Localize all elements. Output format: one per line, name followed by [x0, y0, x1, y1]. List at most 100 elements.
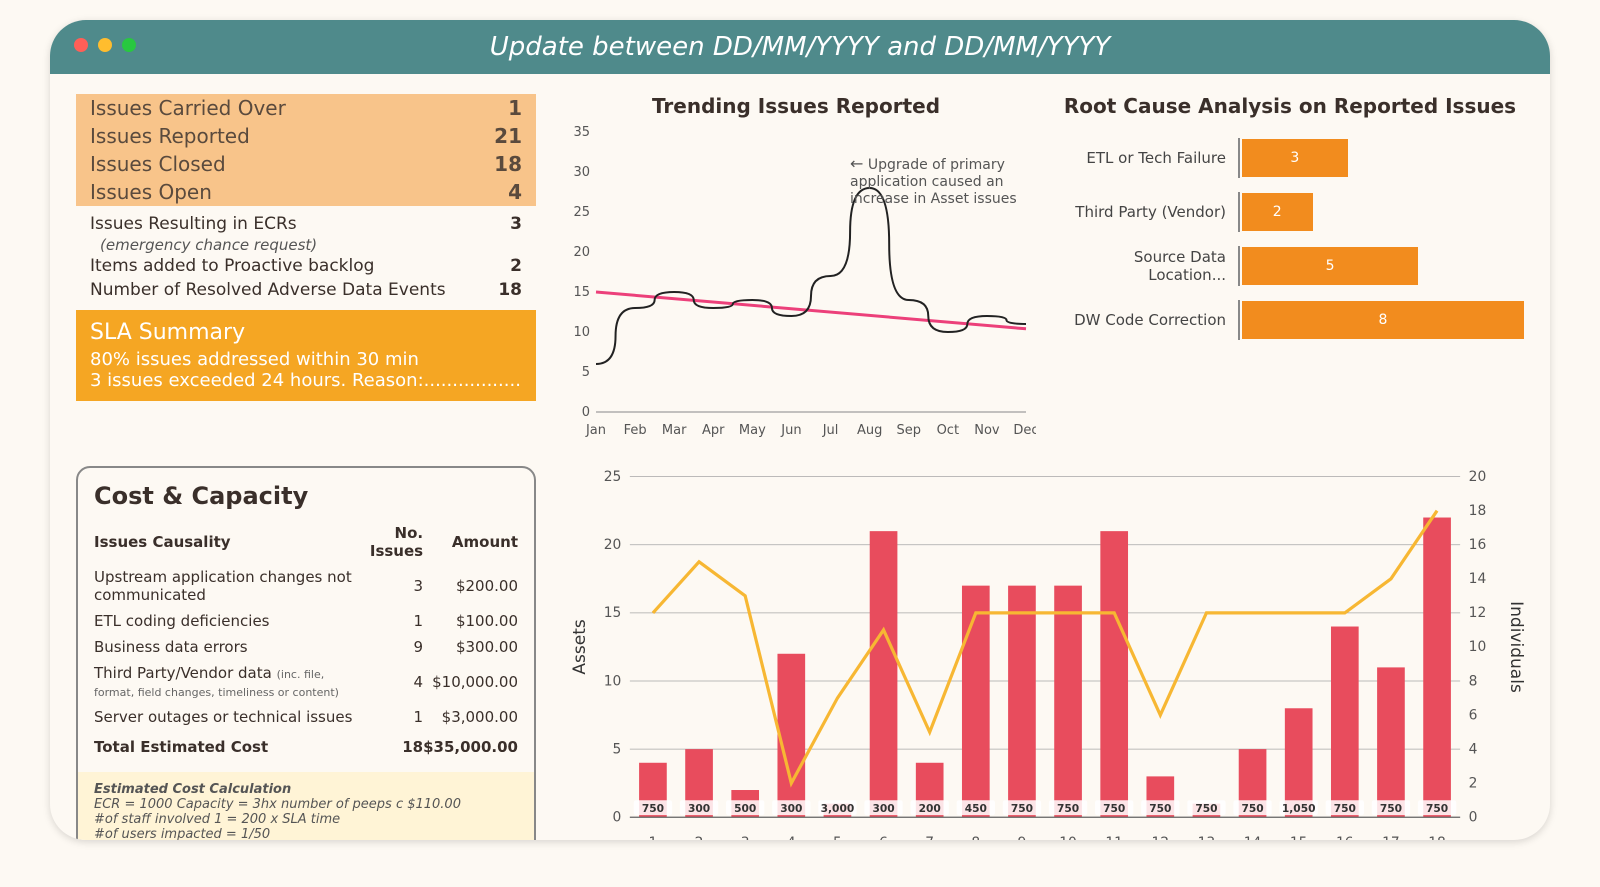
svg-text:May: May — [739, 423, 766, 438]
svg-text:Dec: Dec — [1013, 423, 1036, 438]
svg-text:Individuals: Individuals — [1506, 601, 1524, 693]
svg-text:500: 500 — [734, 802, 756, 815]
svg-text:6: 6 — [879, 835, 888, 840]
svg-text:300: 300 — [780, 802, 802, 815]
svg-text:15: 15 — [1290, 835, 1308, 840]
svg-text:0: 0 — [582, 405, 590, 420]
svg-text:Jun: Jun — [780, 423, 801, 438]
svg-text:750: 750 — [1241, 802, 1263, 815]
svg-text:4: 4 — [787, 835, 796, 840]
svg-text:10: 10 — [604, 673, 622, 689]
svg-text:2: 2 — [1469, 775, 1478, 791]
stat-subtext: (emergency chance request) — [76, 236, 536, 254]
svg-text:20: 20 — [573, 245, 590, 260]
svg-text:25: 25 — [573, 205, 590, 220]
titlebar: Update between DD/MM/YYYY and DD/MM/YYYY — [50, 20, 1550, 74]
svg-text:750: 750 — [1380, 802, 1402, 815]
stat-row: Issues Resulting in ECRs3 — [76, 212, 536, 236]
svg-text:450: 450 — [965, 802, 987, 815]
panel-heading: Cost & Capacity — [94, 482, 518, 510]
svg-text:Assets: Assets — [570, 619, 590, 675]
svg-text:9: 9 — [1018, 835, 1027, 840]
svg-text:10: 10 — [573, 325, 590, 340]
rc-bar: 5 — [1242, 247, 1418, 285]
table-total-row: Total Estimated Cost18$35,000.00 — [94, 730, 518, 760]
svg-text:13: 13 — [1198, 835, 1216, 840]
svg-text:14: 14 — [1244, 835, 1262, 840]
rc-label: Source Data Location... — [1056, 248, 1236, 284]
svg-text:3: 3 — [741, 835, 750, 840]
svg-text:17: 17 — [1382, 835, 1400, 840]
svg-text:18: 18 — [1428, 835, 1446, 840]
svg-text:11: 11 — [1105, 835, 1123, 840]
stat-row: Issues Carried Over1 — [76, 94, 536, 122]
svg-text:10: 10 — [1469, 639, 1487, 655]
svg-text:300: 300 — [688, 802, 710, 815]
svg-text:0: 0 — [613, 810, 622, 826]
svg-text:750: 750 — [1149, 802, 1171, 815]
svg-text:10: 10 — [1059, 835, 1077, 840]
svg-text:20: 20 — [1469, 469, 1487, 485]
svg-text:0: 0 — [1469, 810, 1478, 826]
sla-summary: SLA Summary 80% issues addressed within … — [76, 310, 536, 401]
rc-row: ETL or Tech Failure3 — [1056, 138, 1524, 178]
svg-text:1: 1 — [649, 835, 658, 840]
svg-text:200: 200 — [919, 802, 941, 815]
svg-text:750: 750 — [1011, 802, 1033, 815]
col-header: No. Issues — [356, 520, 423, 564]
table-row: ETL coding deficiencies1$100.00 — [94, 608, 518, 634]
table-row: Business data errors9$300.00 — [94, 634, 518, 660]
sla-line: 80% issues addressed within 30 min — [90, 349, 522, 370]
minimize-icon[interactable] — [98, 38, 112, 52]
svg-text:5: 5 — [833, 835, 842, 840]
cost-table: Issues Causality No. Issues Amount Upstr… — [94, 520, 518, 760]
stat-row: Issues Closed18 — [76, 150, 536, 178]
svg-text:18: 18 — [1469, 503, 1487, 519]
window-controls — [74, 38, 136, 52]
rc-label: Third Party (Vendor) — [1056, 203, 1236, 221]
svg-text:750: 750 — [1057, 802, 1079, 815]
svg-text:750: 750 — [1103, 802, 1125, 815]
rc-label: DW Code Correction — [1056, 311, 1236, 329]
table-row: Third Party/Vendor data (inc. file, form… — [94, 660, 518, 704]
root-cause-chart: Root Cause Analysis on Reported Issues E… — [1056, 94, 1524, 446]
svg-text:6: 6 — [1469, 707, 1478, 723]
svg-text:750: 750 — [1195, 802, 1217, 815]
svg-text:7: 7 — [925, 835, 934, 840]
svg-text:5: 5 — [582, 365, 590, 380]
col-header: Amount — [423, 520, 518, 564]
maximize-icon[interactable] — [122, 38, 136, 52]
cost-capacity-panel: Cost & Capacity Issues Causality No. Iss… — [76, 466, 536, 840]
rc-row: Third Party (Vendor)2 — [1056, 192, 1524, 232]
svg-text:25: 25 — [604, 469, 622, 485]
rc-row: DW Code Correction 8 — [1056, 300, 1524, 340]
svg-text:Nov: Nov — [974, 423, 1000, 438]
svg-text:750: 750 — [1334, 802, 1356, 815]
svg-text:750: 750 — [1426, 802, 1448, 815]
svg-text:4: 4 — [1469, 741, 1478, 757]
page-title: Update between DD/MM/YYYY and DD/MM/YYYY — [490, 32, 1110, 62]
sla-heading: SLA Summary — [90, 320, 522, 345]
svg-text:8: 8 — [971, 835, 980, 840]
svg-text:16: 16 — [1469, 537, 1487, 553]
svg-text:Aug: Aug — [857, 423, 882, 438]
svg-text:Feb: Feb — [624, 423, 647, 438]
svg-text:Mar: Mar — [662, 423, 687, 438]
col-header: Issues Causality — [94, 520, 356, 564]
svg-text:Jul: Jul — [822, 423, 839, 438]
svg-text:3,000: 3,000 — [821, 802, 855, 815]
chart-title: Trending Issues Reported — [556, 94, 1036, 118]
svg-text:Oct: Oct — [937, 423, 959, 438]
svg-text:16: 16 — [1336, 835, 1354, 840]
trending-chart: Trending Issues Reported 05101520253035J… — [556, 94, 1036, 446]
close-icon[interactable] — [74, 38, 88, 52]
stat-row: Issues Reported21 — [76, 122, 536, 150]
rc-bar: 8 — [1242, 301, 1524, 339]
svg-text:8: 8 — [1469, 673, 1478, 689]
svg-text:Sep: Sep — [896, 423, 921, 438]
svg-text:2: 2 — [695, 835, 704, 840]
svg-text:Jan: Jan — [585, 423, 606, 438]
svg-text:12: 12 — [1152, 835, 1170, 840]
cost-note: Estimated Cost Calculation ECR = 1000 Ca… — [78, 772, 534, 840]
svg-text:20: 20 — [604, 537, 622, 553]
